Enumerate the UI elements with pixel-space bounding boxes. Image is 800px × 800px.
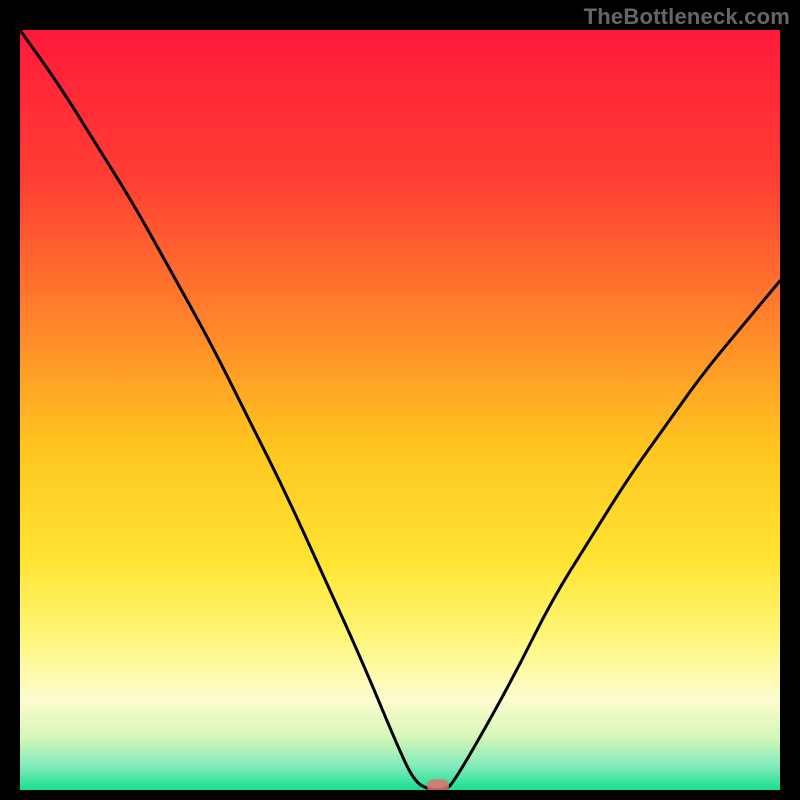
bottleneck-plot (20, 30, 780, 790)
chart-frame: TheBottleneck.com (0, 0, 800, 800)
plot-background (20, 30, 780, 790)
attribution-label: TheBottleneck.com (584, 4, 790, 30)
optimal-marker (427, 779, 449, 790)
